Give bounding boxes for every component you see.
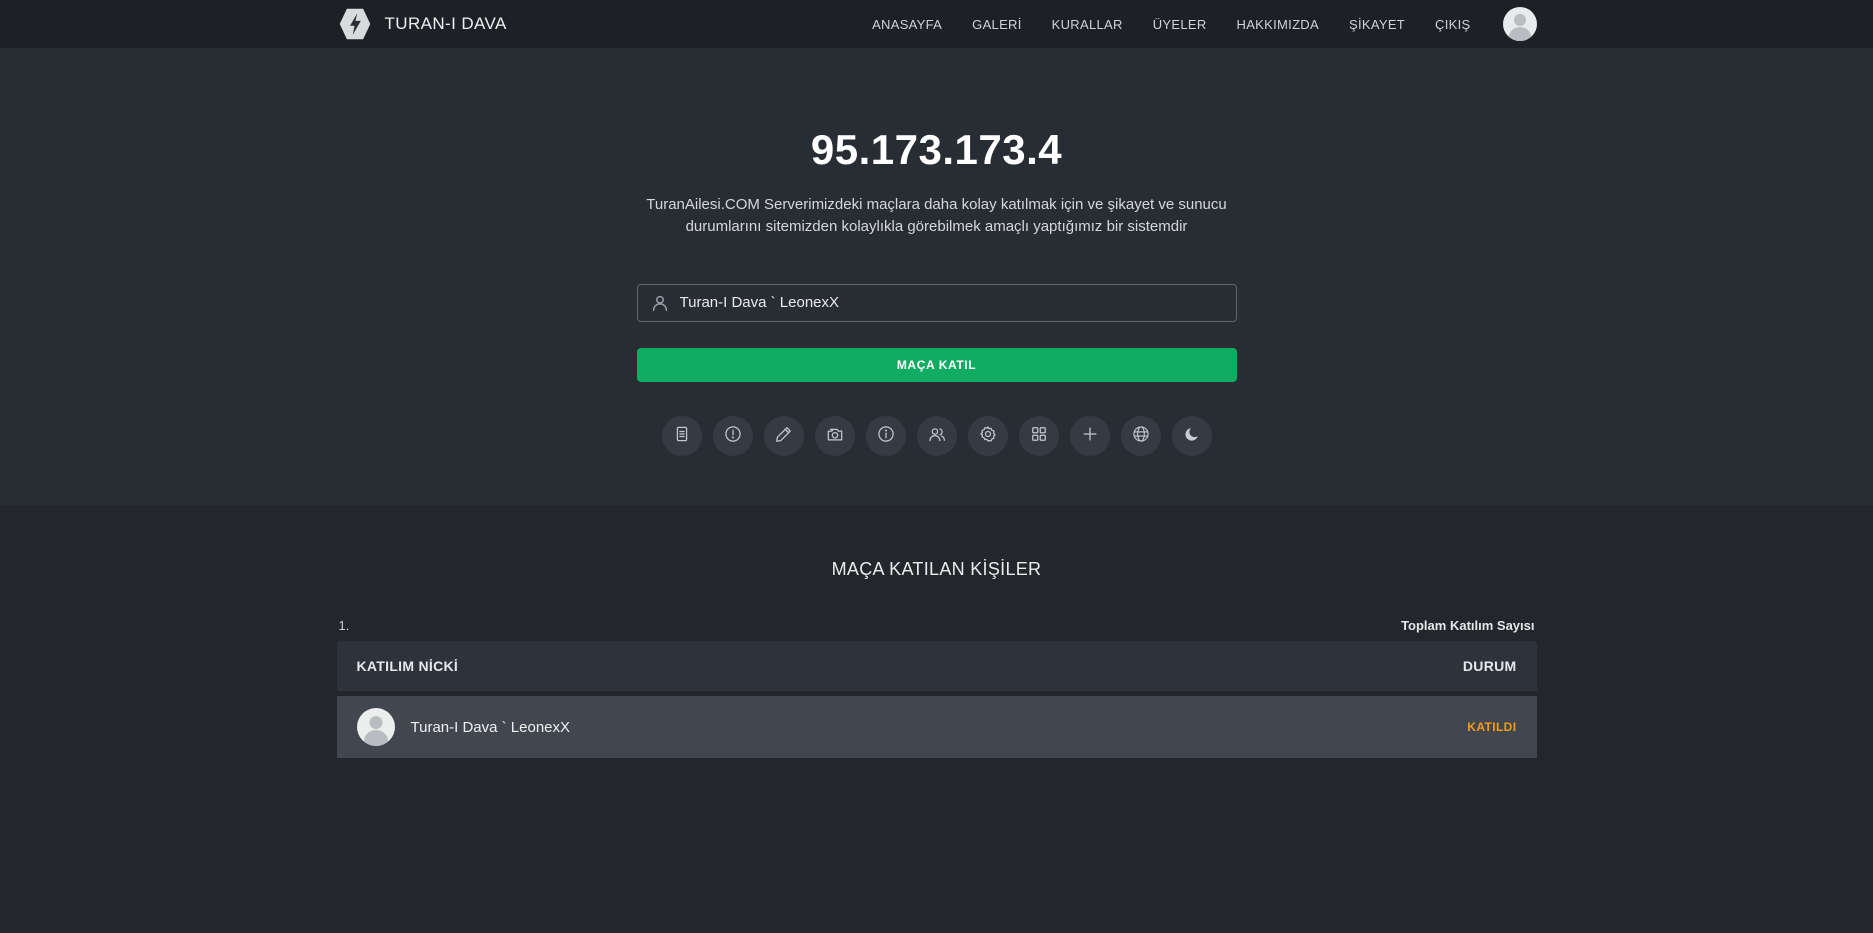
nav-item-kurallar[interactable]: KURALLAR xyxy=(1052,17,1123,32)
nickname-field-wrapper xyxy=(637,284,1237,322)
brand-title: TURAN-I DAVA xyxy=(385,14,507,34)
join-match-button[interactable]: MAÇA KATIL xyxy=(637,348,1237,382)
nickname-input[interactable] xyxy=(637,284,1237,322)
toolbar-button-globe[interactable] xyxy=(1121,416,1161,456)
column-header-nick: KATILIM NİCKİ xyxy=(357,658,459,674)
person-icon xyxy=(649,292,671,314)
nav-item-galeri[interactable]: GALERİ xyxy=(972,17,1021,32)
column-header-status: DURUM xyxy=(1463,658,1517,674)
toolbar-button-moon[interactable] xyxy=(1172,416,1212,456)
grid-icon xyxy=(1029,424,1049,447)
toolbar-button-document[interactable] xyxy=(662,416,702,456)
plus-icon xyxy=(1080,424,1100,447)
hero-description: TuranAilesi.COM Serverimizdeki maçlara d… xyxy=(644,194,1229,238)
alert-icon xyxy=(723,424,743,447)
lightning-hexagon-icon xyxy=(337,6,373,42)
camera-icon xyxy=(825,424,845,447)
server-ip: 95.173.173.4 xyxy=(0,126,1873,174)
nav-item-hakkimizda[interactable]: HAKKIMIZDA xyxy=(1237,17,1319,32)
nav-item-uyeler[interactable]: ÜYELER xyxy=(1153,17,1207,32)
document-icon xyxy=(672,424,692,447)
nav-item-cikis[interactable]: ÇIKIŞ xyxy=(1435,17,1470,32)
total-participation-label: Toplam Katılım Sayısı xyxy=(1401,618,1534,633)
globe-icon xyxy=(1131,424,1151,447)
users-icon xyxy=(927,424,947,447)
participant-status-badge: KATILDI xyxy=(1467,720,1516,734)
pencil-icon xyxy=(774,424,794,447)
row-index-label: 1. xyxy=(339,618,350,633)
toolbar-button-plus[interactable] xyxy=(1070,416,1110,456)
navbar: TURAN-I DAVA ANASAYFA GALERİ KURALLAR ÜY… xyxy=(0,0,1873,48)
avatar[interactable] xyxy=(1503,7,1537,41)
toolbar-button-users[interactable] xyxy=(917,416,957,456)
hero-section: 95.173.173.4 TuranAilesi.COM Serverimizd… xyxy=(0,48,1873,505)
gear-icon xyxy=(978,424,998,447)
toolbar-button-info[interactable] xyxy=(866,416,906,456)
table-header: KATILIM NİCKİ DURUM xyxy=(337,641,1537,691)
nav-links: ANASAYFA GALERİ KURALLAR ÜYELER HAKKIMIZ… xyxy=(872,7,1536,41)
toolbar xyxy=(0,416,1873,456)
nav-item-sikayet[interactable]: ŞİKAYET xyxy=(1349,17,1405,32)
toolbar-button-alert[interactable] xyxy=(713,416,753,456)
table-meta: 1. Toplam Katılım Sayısı xyxy=(337,618,1537,641)
brand[interactable]: TURAN-I DAVA xyxy=(337,6,507,42)
participants-title: MAÇA KATILAN KİŞİLER xyxy=(0,559,1873,580)
participant-avatar xyxy=(357,708,395,746)
participant-nick: Turan-I Dava ` LeonexX xyxy=(411,719,571,736)
table-row[interactable]: Turan-I Dava ` LeonexX KATILDI xyxy=(337,696,1537,758)
toolbar-button-camera[interactable] xyxy=(815,416,855,456)
toolbar-button-gear[interactable] xyxy=(968,416,1008,456)
moon-icon xyxy=(1182,424,1202,447)
participants-section: MAÇA KATILAN KİŞİLER 1. Toplam Katılım S… xyxy=(0,505,1873,758)
nav-item-anasayfa[interactable]: ANASAYFA xyxy=(872,17,942,32)
toolbar-button-grid[interactable] xyxy=(1019,416,1059,456)
toolbar-button-pencil[interactable] xyxy=(764,416,804,456)
info-icon xyxy=(876,424,896,447)
